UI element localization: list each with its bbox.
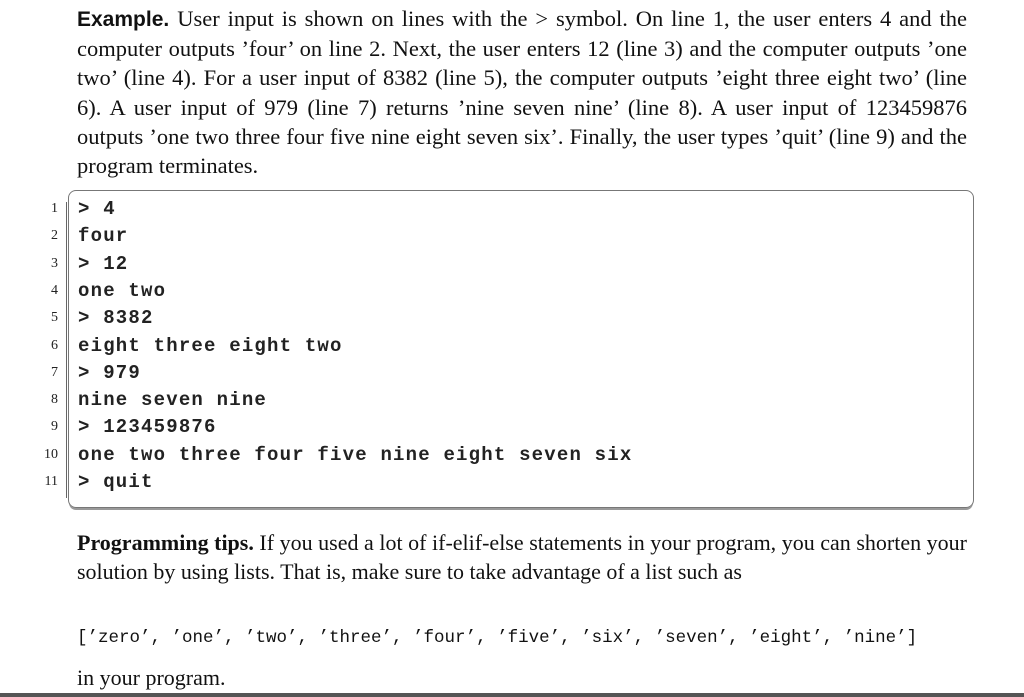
line-number: 7 [51, 364, 58, 380]
line-number: 8 [51, 392, 58, 408]
example-text: User input is shown on lines with the > … [77, 6, 967, 179]
gutter-divider [66, 202, 67, 498]
bottom-edge [0, 693, 1024, 697]
code-line: one two [78, 279, 167, 302]
tips-paragraph: Programming tips. If you used a lot of i… [77, 528, 967, 586]
code-line: > quit [78, 471, 154, 493]
code-line: > 8382 [78, 307, 154, 330]
code-line: > 4 [78, 198, 116, 220]
code-line: nine seven nine [78, 389, 268, 412]
code-line: > 12 [78, 252, 129, 275]
digit-list-code: [’zero’, ’one’, ’two’, ’three’, ’four’, … [77, 628, 918, 648]
line-number: 1 [51, 201, 58, 216]
code-line: one two three four five nine eight seven… [78, 443, 633, 466]
line-number: 11 [44, 474, 58, 489]
line-number: 5 [51, 310, 58, 326]
tips-heading: Programming tips. [77, 530, 254, 555]
tips-closing: in your program. [77, 665, 226, 690]
code-line: eight three eight two [78, 334, 343, 357]
example-paragraph: Example. User input is shown on lines wit… [77, 4, 967, 180]
line-number: 6 [51, 337, 58, 353]
code-line: four [78, 225, 129, 248]
line-number: 2 [51, 228, 58, 244]
line-number: 10 [44, 446, 58, 462]
code-line: > 123459876 [78, 416, 217, 439]
line-number: 4 [51, 282, 58, 298]
line-number: 9 [51, 419, 58, 435]
line-number: 3 [51, 255, 58, 271]
example-heading: Example. [77, 8, 170, 31]
code-line: > 979 [78, 361, 142, 384]
